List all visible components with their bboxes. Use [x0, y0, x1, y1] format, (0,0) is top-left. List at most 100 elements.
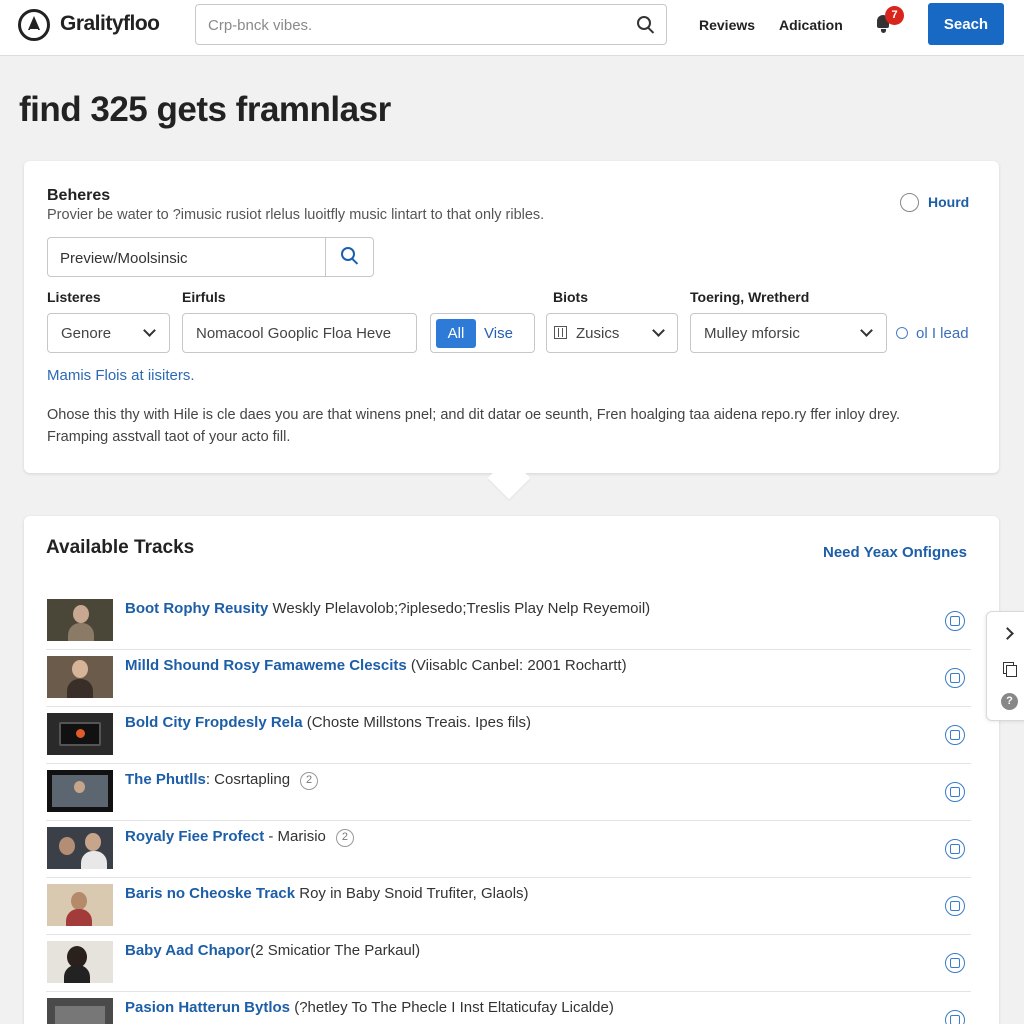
- track-row[interactable]: Royaly Fiee Profect - Marisio 2: [46, 821, 971, 878]
- genre-select-value: Genore: [61, 325, 112, 342]
- track-detail: (Viisablc Canbel: 2001 Rochartt): [406, 657, 627, 674]
- track-detail: Roy in Baby Snoid Trufiter, Glaols): [295, 885, 529, 902]
- track-action-icon[interactable]: [945, 782, 965, 802]
- thumbnail-figure: [64, 965, 90, 983]
- filter-heading: Beheres: [47, 187, 111, 204]
- track-row[interactable]: Milld Shound Rosy Famaweme Clescits (Vii…: [46, 650, 971, 707]
- track-title[interactable]: Royaly Fiee Profect: [125, 828, 264, 845]
- paragraph-line: Framping asstvall taot of your acto fill…: [47, 429, 291, 445]
- track-detail: (2 Smicatior The Parkaul): [250, 942, 421, 959]
- field-divider: [325, 238, 326, 276]
- toggle-vise[interactable]: Vise: [484, 325, 513, 342]
- thumbnail-figure: [67, 679, 93, 698]
- count-badge: 2: [300, 772, 319, 790]
- track-thumbnail: [47, 941, 113, 983]
- search-button[interactable]: Seach: [928, 3, 1004, 45]
- track-text: Baris no Cheoske Track Roy in Baby Snoid…: [125, 885, 529, 902]
- track-row[interactable]: Bold City Fropdesly Rela (Choste Millsto…: [46, 707, 971, 764]
- need-link[interactable]: Need Yeax Onfignes: [823, 544, 967, 561]
- chevron-down-icon: [652, 324, 665, 337]
- side-tool-panel: ?: [986, 611, 1024, 721]
- track-title[interactable]: Bold City Fropdesly Rela: [125, 714, 303, 731]
- track-title[interactable]: Boot Rophy Reusity: [125, 600, 268, 617]
- chevron-down-icon: [143, 324, 156, 337]
- track-action-icon[interactable]: [945, 725, 965, 745]
- track-title[interactable]: Baby Aad Chapor: [125, 942, 250, 959]
- track-title[interactable]: Pasion Hatterun Bytlos: [125, 999, 290, 1016]
- track-thumbnail: [47, 770, 113, 812]
- nomacool-field[interactable]: Nomacool Gooplic Floa Heve: [182, 313, 417, 353]
- track-action-icon[interactable]: [945, 668, 965, 688]
- lead-link[interactable]: ol I lead: [916, 325, 969, 342]
- track-text: Royaly Fiee Profect - Marisio 2: [125, 828, 354, 847]
- thumbnail-figure: [66, 909, 92, 926]
- nav-adication[interactable]: Adication: [779, 17, 843, 33]
- search-bar[interactable]: [195, 4, 667, 45]
- brand-name[interactable]: Gralityfloo: [60, 12, 160, 36]
- mulley-select[interactable]: Mulley mforsic: [690, 313, 887, 353]
- toggle-all[interactable]: All: [436, 319, 476, 348]
- track-action-icon[interactable]: [945, 953, 965, 973]
- track-title[interactable]: The Phutlls: [125, 771, 206, 788]
- thumbnail-figure: [81, 851, 107, 869]
- preview-input[interactable]: [60, 247, 322, 269]
- mulley-select-value: Mulley mforsic: [704, 325, 800, 342]
- track-detail: (Choste Millstons Treais. Ipes fils): [302, 714, 531, 731]
- track-detail: Weskly Plelavolob;?iplesedo;Treslis Play…: [268, 600, 651, 617]
- track-text: Pasion Hatterun Bytlos (?hetley To The P…: [125, 999, 614, 1016]
- track-action-icon[interactable]: [945, 896, 965, 916]
- marnis-link[interactable]: Mamis Flois at iisiters.: [47, 367, 195, 384]
- track-action-icon[interactable]: [945, 1010, 965, 1024]
- track-row[interactable]: Baris no Cheoske Track Roy in Baby Snoid…: [46, 878, 971, 935]
- track-text: Baby Aad Chapor(2 Smicatior The Parkaul): [125, 942, 420, 959]
- track-detail: - Marisio: [264, 828, 326, 845]
- thumbnail-figure: [72, 660, 88, 678]
- hourd-radio-label[interactable]: Hourd: [928, 194, 969, 210]
- eirfuls-label: Eirfuls: [182, 289, 226, 305]
- tracks-title: Available Tracks: [46, 537, 195, 558]
- chevron-down-icon: [860, 324, 873, 337]
- track-thumbnail: [47, 713, 113, 755]
- chevron-right-icon[interactable]: [1001, 627, 1017, 643]
- track-action-icon[interactable]: [945, 611, 965, 631]
- biots-label: Biots: [553, 289, 588, 305]
- paragraph-line: Ohose this thy with Hile is cle daes you…: [47, 407, 901, 423]
- track-thumbnail: [47, 599, 113, 641]
- thumbnail-figure: [85, 833, 101, 851]
- track-action-icon[interactable]: [945, 839, 965, 859]
- genre-select[interactable]: Genore: [47, 313, 170, 353]
- logo-icon[interactable]: [18, 9, 50, 41]
- search-input[interactable]: [208, 14, 608, 36]
- thumbnail-figure: [68, 623, 94, 641]
- track-title[interactable]: Milld Shound Rosy Famaweme Clescits: [125, 657, 407, 674]
- track-thumbnail: [47, 998, 113, 1024]
- notification-badge: 7: [885, 6, 904, 25]
- track-title[interactable]: Baris no Cheoske Track: [125, 885, 295, 902]
- track-text: Boot Rophy Reusity Weskly Plelavolob;?ip…: [125, 600, 650, 617]
- toering-label: Toering, Wretherd: [690, 289, 810, 305]
- thumbnail-screen: [55, 1006, 105, 1024]
- help-icon[interactable]: ?: [1001, 693, 1018, 710]
- listeres-label: Listeres: [47, 289, 101, 305]
- track-row[interactable]: Pasion Hatterun Bytlos (?hetley To The P…: [46, 992, 971, 1024]
- preview-search-icon[interactable]: [341, 247, 355, 261]
- lead-icon[interactable]: [896, 327, 908, 339]
- track-row[interactable]: The Phutlls: Cosrtapling 2: [46, 764, 971, 821]
- track-text: Bold City Fropdesly Rela (Choste Millsto…: [125, 714, 531, 731]
- hourd-radio[interactable]: [900, 193, 919, 212]
- grid-icon: [554, 326, 567, 339]
- track-thumbnail: [47, 884, 113, 926]
- track-text: The Phutlls: Cosrtapling 2: [125, 771, 319, 790]
- all-vise-toggle[interactable]: All Vise: [430, 313, 535, 353]
- nav-reviews[interactable]: Reviews: [699, 17, 755, 33]
- track-row[interactable]: Baby Aad Chapor(2 Smicatior The Parkaul): [46, 935, 971, 992]
- preview-search-field[interactable]: [47, 237, 374, 277]
- copy-icon[interactable]: [1001, 660, 1017, 677]
- count-badge: 2: [335, 829, 354, 847]
- track-detail: : Cosrtapling: [205, 771, 291, 788]
- search-icon[interactable]: [637, 16, 651, 30]
- track-row[interactable]: Boot Rophy Reusity Weskly Plelavolob;?ip…: [46, 593, 971, 650]
- thumbnail-figure: [71, 892, 87, 910]
- zusics-select-value: Zusics: [576, 325, 620, 342]
- thumbnail-figure: [73, 605, 89, 623]
